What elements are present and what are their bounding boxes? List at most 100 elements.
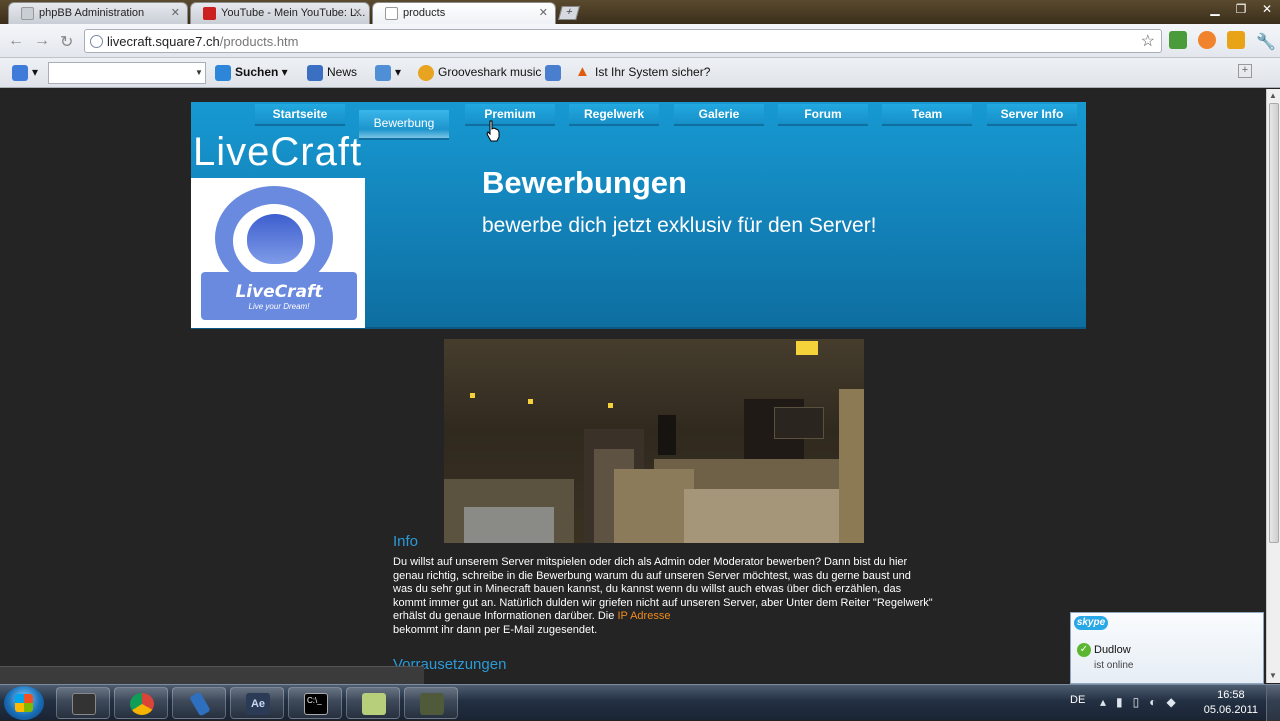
info-title: Info <box>393 533 419 550</box>
taskbar-notes[interactable] <box>346 687 400 719</box>
page-subtitle: bewerbe dich jetzt exklusiv für den Serv… <box>482 214 877 237</box>
page-title: Bewerbungen <box>482 165 687 200</box>
contact-status: ist online <box>1094 660 1134 671</box>
page-icon <box>21 7 34 20</box>
nav-galerie[interactable]: Galerie <box>674 104 764 126</box>
add-icon[interactable]: + <box>1238 64 1252 78</box>
skype-logo: skype <box>1074 616 1108 630</box>
status-bar <box>0 666 424 684</box>
globe-icon <box>90 35 103 48</box>
share-icon[interactable] <box>545 65 565 81</box>
chrome-icon <box>130 693 154 715</box>
scrollbar-thumb[interactable] <box>1269 103 1279 543</box>
extension-icon[interactable] <box>1198 31 1216 49</box>
taskbar-after-effects[interactable]: Ae <box>230 687 284 719</box>
taskbar-pen[interactable] <box>172 687 226 719</box>
minecraft-screenshot <box>444 339 864 543</box>
new-tab-button[interactable]: + <box>558 6 580 20</box>
media-player-icon <box>72 693 96 715</box>
tab-strip: phpBB Administration ✕ YouTube - Mein Yo… <box>0 0 1280 24</box>
heart-icon <box>247 214 303 264</box>
taskbar: Ae C:\_ DE ▴▮▯◐◆ 16:58 05.06.2011 <box>0 684 1280 721</box>
extension-icon[interactable] <box>1169 31 1187 49</box>
nav-server-info[interactable]: Server Info <box>987 104 1077 126</box>
language-indicator[interactable]: DE <box>1070 694 1085 706</box>
windows-logo-icon <box>15 694 33 712</box>
youtube-icon <box>203 7 216 20</box>
close-icon[interactable]: ✕ <box>539 6 548 19</box>
tab-title: YouTube - Mein YouTube: L... <box>221 7 366 19</box>
system-tray: DE ▴▮▯◐◆ 16:58 05.06.2011 <box>1060 685 1280 721</box>
extension-icon[interactable] <box>1227 31 1245 49</box>
wrench-icon[interactable]: 🔧 <box>1256 32 1276 52</box>
calendar-icon[interactable]: ▾ <box>12 65 38 81</box>
news-button[interactable]: News <box>307 65 357 81</box>
nav-forum[interactable]: Forum <box>778 104 868 126</box>
logo-tagline: Live your Dream! <box>248 302 310 311</box>
page-icon <box>385 7 398 20</box>
warning-icon: ▲ <box>575 63 590 80</box>
site-nav: Startseite Bewerbung Premium Regelwerk G… <box>191 102 1086 140</box>
clock-date: 05.06.2011 <box>1203 704 1258 716</box>
show-desktop-button[interactable] <box>1266 685 1280 721</box>
clock[interactable]: 16:58 05.06.2011 <box>1204 688 1258 718</box>
nav-startseite[interactable]: Startseite <box>255 104 345 126</box>
tab-youtube[interactable]: YouTube - Mein YouTube: L... ✕ <box>190 2 370 24</box>
maximize-icon[interactable]: ❐ <box>1228 0 1254 18</box>
toolbar-search-input[interactable]: ▼ <box>48 62 206 84</box>
search-button[interactable]: Suchen ▾ <box>215 65 288 81</box>
hand-cursor-icon <box>486 120 500 142</box>
online-status-icon: ✓ <box>1077 643 1091 657</box>
taskbar-media-player[interactable] <box>56 687 110 719</box>
nav-premium[interactable]: Premium <box>465 104 555 126</box>
taskbar-archive[interactable] <box>404 687 458 719</box>
taskbar-chrome[interactable] <box>114 687 168 719</box>
close-icon[interactable]: ✕ <box>171 6 180 19</box>
address-bar[interactable]: livecraft.square7.ch/products.htm ☆ <box>84 29 1162 53</box>
grooveshark-button[interactable]: Grooveshark music <box>418 65 541 81</box>
start-button[interactable] <box>4 686 44 720</box>
page-viewport: Startseite Bewerbung Premium Regelwerk G… <box>0 89 1266 683</box>
page-scrollbar[interactable]: ▲ ▼ <box>1266 89 1280 683</box>
site-logo: LiveCraft Live your Dream! <box>191 178 365 328</box>
after-effects-icon: Ae <box>246 693 270 715</box>
close-icon[interactable]: ✕ <box>353 6 362 19</box>
url-host: livecraft.square7.ch <box>107 34 220 49</box>
url-path: /products.htm <box>219 34 299 49</box>
tools-button[interactable]: ▾ <box>375 65 401 81</box>
terminal-icon: C:\_ <box>304 693 328 715</box>
tab-title: phpBB Administration <box>39 7 145 19</box>
contact-name: Dudlow <box>1094 644 1131 656</box>
bookmarks-bar: ▾ ▼ Suchen ▾ News ▾ Grooveshark music ▲ I… <box>0 58 1280 88</box>
taskbar-terminal[interactable]: C:\_ <box>288 687 342 719</box>
dropdown-icon[interactable]: ▼ <box>193 63 205 83</box>
bookmark-star-icon[interactable]: ☆ <box>1141 31 1155 51</box>
nav-bewerbung[interactable]: Bewerbung <box>359 110 449 140</box>
tab-phpbb[interactable]: phpBB Administration ✕ <box>8 2 188 24</box>
site-brand: LiveCraft <box>193 130 363 174</box>
logo-name: LiveCraft <box>235 282 323 302</box>
reload-icon[interactable]: ↻ <box>60 32 73 52</box>
nav-team[interactable]: Team <box>882 104 972 126</box>
site-header: Startseite Bewerbung Premium Regelwerk G… <box>191 102 1086 329</box>
pen-icon <box>189 691 211 717</box>
forward-icon[interactable]: → <box>34 32 50 50</box>
minimize-icon[interactable]: ▁ <box>1202 0 1228 18</box>
nav-regelwerk[interactable]: Regelwerk <box>569 104 659 126</box>
window-controls: ▁ ❐ ✕ <box>1202 0 1280 20</box>
scroll-up-icon[interactable]: ▲ <box>1269 91 1277 100</box>
archive-icon <box>420 693 444 715</box>
security-warning-button[interactable]: ▲ Ist Ihr System sicher? <box>575 63 710 81</box>
ip-address-link[interactable]: IP Adresse <box>617 610 670 622</box>
info-section: Info Du willst auf unserem Server mitspi… <box>393 533 933 637</box>
scroll-down-icon[interactable]: ▼ <box>1269 671 1277 680</box>
skype-notification[interactable]: skype ✓ Dudlow ist online <box>1070 612 1264 684</box>
back-icon[interactable]: ← <box>8 32 24 50</box>
info-text: Du willst auf unserem Server mitspielen … <box>393 556 933 636</box>
tab-title: products <box>403 7 446 19</box>
tab-products[interactable]: products ✕ <box>372 2 556 24</box>
browser-toolbar: ← → ↻ livecraft.square7.ch/products.htm … <box>0 24 1280 58</box>
close-window-icon[interactable]: ✕ <box>1254 0 1280 18</box>
clock-time: 16:58 <box>1217 689 1245 701</box>
tray-icons[interactable]: ▴▮▯◐◆ <box>1100 695 1186 709</box>
